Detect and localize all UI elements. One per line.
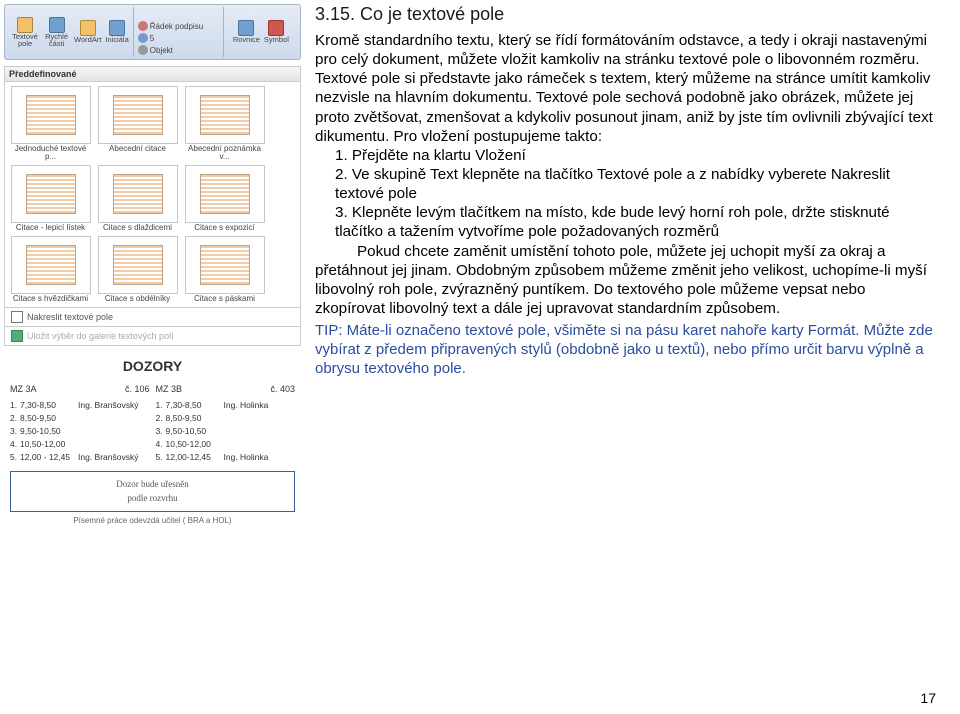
dozory-row: 5.12,00 - 12,45Ing. Branšovský [10, 452, 150, 462]
paragraph-1: Kromě standardního textu, který se řídí … [315, 31, 936, 146]
gallery-save-selection[interactable]: Uložit výběr do galerie textových polí [4, 327, 301, 346]
left-image-column: Textové pole Rychlé části WordArt Iniciá… [0, 0, 305, 714]
gallery-thumb[interactable]: Citace s obdélníky [96, 236, 179, 303]
gallery-thumb[interactable]: Jednoduché textové p... [9, 86, 92, 161]
section-title: 3.15. Co je textové pole [315, 4, 936, 25]
dozory-row: 5.12,00-12,45Ing. Holinka [156, 452, 296, 462]
dozory-row: 3.9,50-10,50 [156, 426, 296, 436]
dozory-row: 2.8,50-9,50 [10, 413, 150, 423]
ribbon-btn-datetime[interactable]: 5 [138, 33, 154, 43]
dozory-row: 1.7,30-8,50Ing. Holinka [156, 400, 296, 410]
dozory-row: 4.10,50-12,00 [156, 439, 296, 449]
gallery-thumb[interactable]: Citace s expozicí [183, 165, 266, 232]
step-2: 2. Ve skupině Text klepněte na tlačítko … [335, 165, 936, 203]
dozory-title: DOZORY [10, 358, 295, 374]
gallery-thumb[interactable]: Citace s páskami [183, 236, 266, 303]
step-3: 3. Klepněte levým tlačítkem na místo, kd… [335, 203, 936, 241]
gallery-draw-textbox[interactable]: Nakreslit textové pole [4, 308, 301, 327]
ribbon-btn-dropcap[interactable]: Iniciála [105, 20, 128, 44]
gallery-thumb[interactable]: Citace s dlaždicemi [96, 165, 179, 232]
dozory-row: 1.7,30-8,50Ing. Branšovský [10, 400, 150, 410]
dozory-col-1: MZ 3Ač. 106 1.7,30-8,50Ing. Branšovský2.… [10, 384, 150, 465]
ribbon-btn-object[interactable]: Objekt [138, 45, 173, 55]
ribbon-btn-textbox[interactable]: Textové pole [11, 17, 39, 48]
tip-paragraph: TIP: Máte-li označeno textové pole, všim… [315, 321, 936, 379]
ribbon-btn-wordart[interactable]: WordArt [74, 20, 101, 44]
gallery-thumb[interactable]: Citace s hvězdičkami [9, 236, 92, 303]
ribbon-btn-symbol[interactable]: Symbol [264, 20, 289, 44]
page-number: 17 [920, 690, 936, 706]
ribbon-btn-signature[interactable]: Řádek podpisu [138, 21, 203, 31]
dozory-note: Dozor bude uřesněn podle rozvrhu [10, 471, 295, 512]
ribbon-btn-quickparts[interactable]: Rychlé části [43, 17, 70, 48]
gallery-header: Předdefinované [4, 66, 301, 82]
ribbon-btn-equation[interactable]: Rovnice [233, 20, 260, 44]
step-1: 1. Přejděte na klartu Vložení [335, 146, 936, 165]
dozory-footer: Písemné práce odevzdá učitel ( BRA a HOL… [10, 516, 295, 525]
step-3-sub: Pokud chcete zaměnit umístění tohoto pol… [315, 242, 936, 319]
ribbon: Textové pole Rychlé části WordArt Iniciá… [4, 4, 301, 60]
dozory-row: 3.9,50-10,50 [10, 426, 150, 436]
dozory-row: 2.8,50-9,50 [156, 413, 296, 423]
textbox-gallery: Předdefinované Jednoduché textové p...Ab… [4, 66, 301, 346]
gallery-thumb[interactable]: Citace - lepicí lístek [9, 165, 92, 232]
gallery-thumb[interactable]: Abecední poznámka v... [183, 86, 266, 161]
dozory-document: DOZORY MZ 3Ač. 106 1.7,30-8,50Ing. Branš… [4, 354, 301, 529]
dozory-col-2: MZ 3Bč. 403 1.7,30-8,50Ing. Holinka2.8,5… [156, 384, 296, 465]
dozory-row: 4.10,50-12,00 [10, 439, 150, 449]
document-text: 3.15. Co je textové pole Kromě standardn… [305, 0, 960, 714]
gallery-thumb[interactable]: Abecední citace [96, 86, 179, 161]
